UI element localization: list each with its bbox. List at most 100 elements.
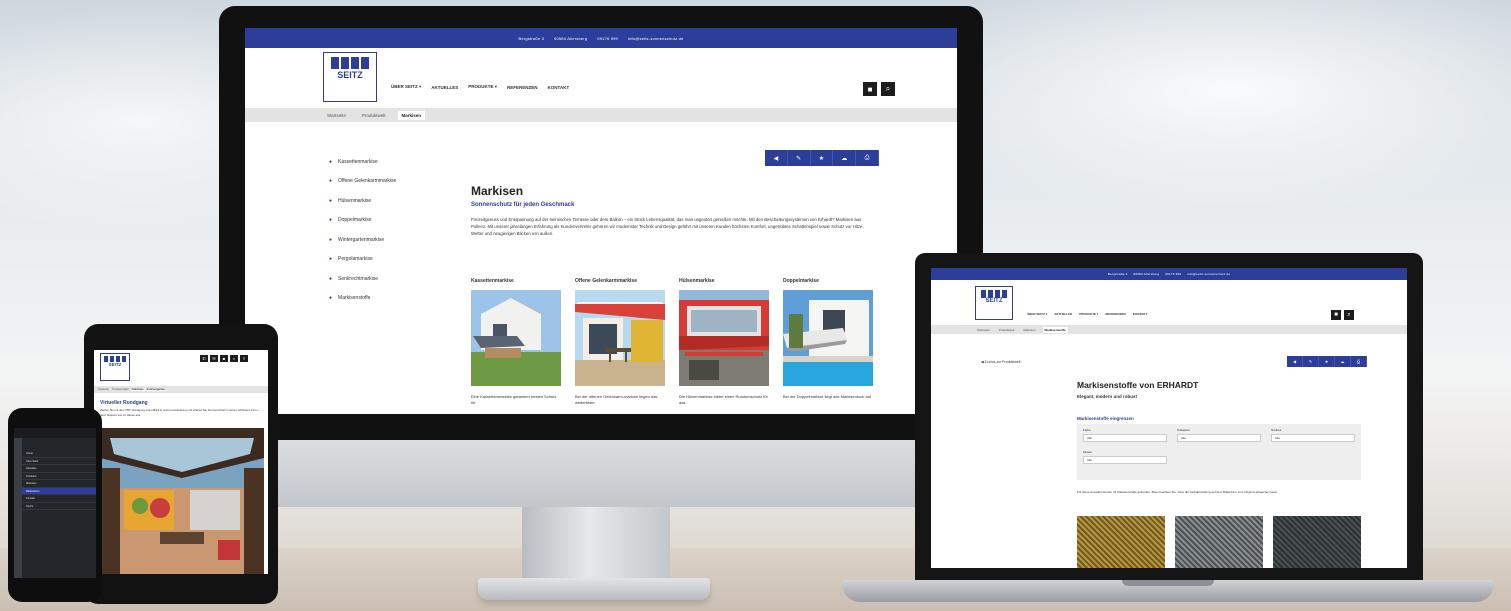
mobile-menu-item-active[interactable]: Referenzen <box>22 487 96 495</box>
seitz-logo[interactable]: SEITZ <box>975 286 1013 320</box>
page-subtitle: Sonnenschutz für jeden Geschmack <box>471 202 575 208</box>
logo-awning-graphic <box>981 290 1007 298</box>
breadcrumb-current: Markisenstoffe <box>1042 326 1068 333</box>
nav-produkte[interactable]: PRODUKTE ▾ <box>468 84 497 90</box>
sidebar-item[interactable]: Markisenstoffe <box>329 289 396 309</box>
menu-icon[interactable]: ≡ <box>240 355 248 362</box>
star-icon[interactable]: ★ <box>811 150 834 166</box>
cart-icon[interactable]: ■ <box>863 82 877 96</box>
seitz-logo[interactable]: SEITZ <box>323 52 377 102</box>
filter-heading: Markisenstoffe eingrenzen <box>1077 416 1134 421</box>
cloud-icon[interactable]: ☁ <box>1335 356 1351 367</box>
filter-select[interactable]: Alle <box>1083 434 1167 442</box>
sidebar-item[interactable]: Doppelmarkise <box>329 211 396 231</box>
back-icon[interactable]: ◀ <box>1287 356 1303 367</box>
nav-aktuelles[interactable]: AKTUELLES <box>1054 312 1072 316</box>
logo-name: SEITZ <box>985 298 1003 304</box>
imac-screen: Bergstraße 3 90584 Allersberg 09176 999 … <box>245 28 957 414</box>
email-text[interactable]: info@seitz-sonnenschutz.de <box>1187 272 1230 276</box>
card-text: Bei der Doppelmarkise liegt das Markisen… <box>783 394 872 399</box>
filter-panel: Farbe Alle Kollektion Alle Struktur Alle… <box>1077 424 1361 480</box>
print-icon[interactable]: ⎙ <box>1351 356 1367 367</box>
filter-select[interactable]: Alle <box>1083 456 1167 464</box>
breadcrumb-produktwelt[interactable]: Produktwelt <box>358 111 390 120</box>
cart-icon[interactable]: ■ <box>1331 310 1341 320</box>
seitz-logo[interactable]: SEITZ <box>100 353 130 381</box>
laptop-screen: Bergstraße 3 90584 Allersberg 09176 999 … <box>931 268 1407 568</box>
phone-side-strip <box>14 438 22 578</box>
sidebar-item[interactable]: Hülsenmarkise <box>329 191 396 211</box>
share-toolbar: ◀ ✎ ★ ☁ ⎙ <box>1287 356 1367 367</box>
address-text: Bergstraße 3 <box>1107 272 1128 276</box>
edit-icon[interactable]: ✎ <box>1303 356 1319 367</box>
logo-name: SEITZ <box>337 70 363 80</box>
product-card[interactable]: Offene Gelenkarmmarkise Bei der offenen … <box>575 278 665 406</box>
edit-icon[interactable]: ✎ <box>788 150 811 166</box>
card-title: Doppelmarkise <box>783 278 819 284</box>
product-photo <box>575 290 665 386</box>
filter-select[interactable]: Alle <box>1177 434 1261 442</box>
breadcrumb: Startseite Produktwelt Markisen <box>245 108 957 122</box>
fabric-swatch[interactable] <box>1273 516 1361 568</box>
phone-text[interactable]: 09176 999 <box>597 36 618 41</box>
search-icon[interactable]: ⌕ <box>230 355 238 362</box>
product-card[interactable]: Kassettenmarkise Eine Kassettenmarkise g… <box>471 278 561 406</box>
header-icons: ■ ⌕ <box>863 82 895 96</box>
sidebar-item[interactable]: Offene Gelenkarmmarkise <box>329 172 396 192</box>
card-text: Eine Kassettenmarkise garantiert besten … <box>471 394 557 405</box>
sidebar-item[interactable]: Kassettenmarkise <box>329 152 396 172</box>
nav-referenzen[interactable]: REFERENZEN <box>1105 312 1125 316</box>
mobile-menu-item[interactable]: Kontakt <box>22 495 96 503</box>
back-link[interactable]: ◀ Zurück zur Produktwelt <box>981 360 1020 364</box>
cart-icon[interactable]: ■ <box>220 355 228 362</box>
virtual-tour-photo[interactable] <box>100 428 264 574</box>
filter-label: Struktur <box>1271 428 1282 432</box>
phone-text[interactable]: 09176 999 <box>1165 272 1181 276</box>
mobile-menu-item[interactable]: Aktuelles <box>22 465 96 473</box>
breadcrumb-terrassendach[interactable]: Terrassendach <box>112 388 129 391</box>
tablet-screen: SEITZ ✆ ✉ ■ ⌕ ≡ Startseite Terrassendach… <box>94 350 268 574</box>
nav-kontakt[interactable]: KONTAKT <box>1133 312 1147 316</box>
search-icon[interactable]: ⌕ <box>881 82 895 96</box>
mobile-menu-item[interactable]: Produkte <box>22 473 96 480</box>
card-title: Hülsenmarkise <box>679 278 715 284</box>
site-header: SEITZ ÜBER SEITZ ▾ AKTUELLES PRODUKTE ▾ … <box>323 52 895 102</box>
back-icon[interactable]: ◀ <box>765 150 788 166</box>
nav-aktuelles[interactable]: AKTUELLES <box>431 85 458 90</box>
fabric-swatch[interactable] <box>1175 516 1263 568</box>
breadcrumb-home[interactable]: Startseite <box>323 111 350 120</box>
sidebar-item[interactable]: Senkrechtmarkise <box>329 269 396 289</box>
mobile-menu-item[interactable]: Über Seitz <box>22 458 96 465</box>
breadcrumb-home[interactable]: Startseite <box>98 388 109 391</box>
mobile-menu-item[interactable]: Suche <box>22 503 96 510</box>
filter-select[interactable]: Alle <box>1271 434 1355 442</box>
sidebar-item[interactable]: Wintergartenmarkise <box>329 230 396 250</box>
nav-referenzen[interactable]: REFERENZEN <box>507 85 538 90</box>
phone-icon[interactable]: ✆ <box>200 355 208 362</box>
product-card[interactable]: Hülsenmarkise Die Hülsenmarkise bietet e… <box>679 278 769 406</box>
imac-stand <box>522 500 670 578</box>
nav-produkte[interactable]: PRODUKTE ▾ <box>1079 312 1098 316</box>
fabric-swatch[interactable] <box>1077 516 1165 568</box>
print-icon[interactable]: ⎙ <box>856 150 879 166</box>
star-icon[interactable]: ★ <box>1319 356 1335 367</box>
nav-ueber-seitz[interactable]: ÜBER SEITZ ▾ <box>1027 312 1047 316</box>
nav-ueber-seitz[interactable]: ÜBER SEITZ ▾ <box>391 84 421 90</box>
search-icon[interactable]: ⌕ <box>1344 310 1354 320</box>
product-cards: Kassettenmarkise Eine Kassettenmarkise g… <box>471 278 873 406</box>
mobile-menu-item[interactable]: Home <box>22 450 96 458</box>
email-text[interactable]: info@seitz-sonnenschutz.de <box>628 36 684 41</box>
breadcrumb-produktwelt[interactable]: Produktwelt <box>997 327 1017 333</box>
breadcrumb-home[interactable]: Startseite <box>975 327 992 333</box>
product-photo <box>783 290 873 386</box>
city-text: 90584 Allersberg <box>1133 272 1160 276</box>
main-nav: ÜBER SEITZ ▾ AKTUELLES PRODUKTE ▾ REFERE… <box>1027 312 1147 316</box>
product-card[interactable]: Doppelmarkise Bei der Doppelmarkise lieg… <box>783 278 873 406</box>
nav-kontakt[interactable]: KONTAKT <box>548 85 570 90</box>
mobile-menu-item[interactable]: Markisen <box>22 480 96 488</box>
cloud-icon[interactable]: ☁ <box>833 150 857 166</box>
breadcrumb-markisen[interactable]: Markisen <box>1021 327 1037 333</box>
section-title: Virtueller Rundgang <box>100 400 148 406</box>
sidebar-item[interactable]: Pergolamarkise <box>329 250 396 270</box>
mail-icon[interactable]: ✉ <box>210 355 218 362</box>
